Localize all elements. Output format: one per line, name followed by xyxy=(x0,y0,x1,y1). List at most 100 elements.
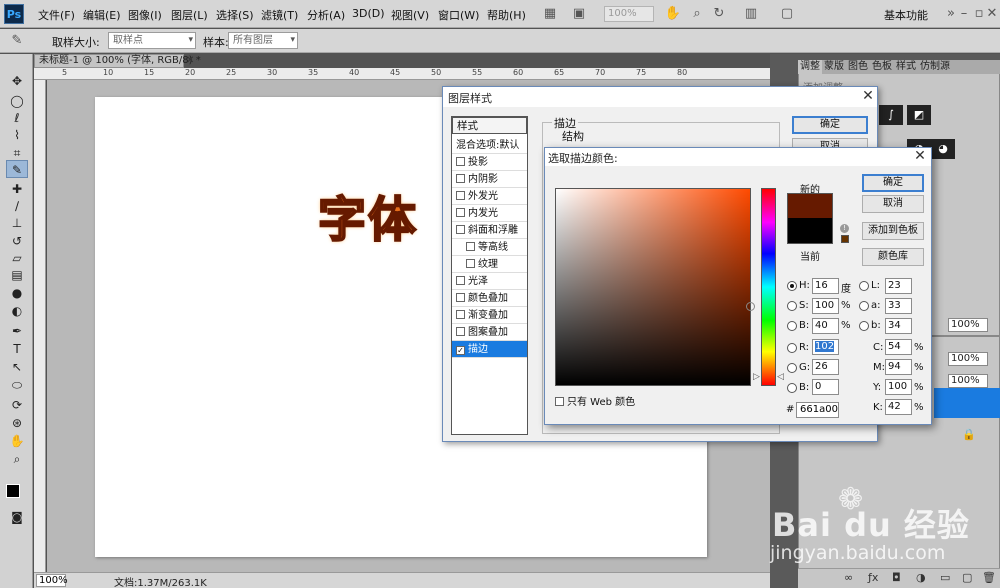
checkbox[interactable] xyxy=(456,327,465,336)
close-icon[interactable]: ✕ xyxy=(983,5,1000,23)
layer-style-item[interactable]: 图案叠加 xyxy=(452,324,527,341)
lab-a-radio[interactable] xyxy=(859,301,869,311)
clone-stamp-tool-icon[interactable]: ⊥ xyxy=(6,214,28,232)
tab-adjustments[interactable]: 调整 xyxy=(798,60,822,74)
red-radio[interactable] xyxy=(787,343,797,353)
menu-help[interactable]: 帮助(H) xyxy=(487,7,526,23)
menu-image[interactable]: 图像(I) xyxy=(128,7,162,23)
menu-view[interactable]: 视图(V) xyxy=(391,7,429,23)
zoom-level-select[interactable]: 100% xyxy=(604,6,654,22)
green-field[interactable]: 26 xyxy=(812,359,839,375)
quick-mask-icon[interactable]: ◙ xyxy=(6,508,28,526)
panel-percent-field[interactable]: 100% xyxy=(948,318,988,332)
hex-color-field[interactable]: 661a00 xyxy=(796,402,839,418)
layer-style-item[interactable]: 内发光 xyxy=(452,205,527,222)
new-layer-icon[interactable]: ▢ xyxy=(962,571,972,584)
exposure-icon[interactable]: ◩ xyxy=(907,105,931,125)
lab-a-field[interactable]: 33 xyxy=(885,298,912,314)
brush-tool-icon[interactable]: ∕ xyxy=(6,197,28,215)
checkbox[interactable] xyxy=(456,208,465,217)
tab-masks[interactable]: 蒙版 xyxy=(822,60,846,74)
checkbox[interactable] xyxy=(456,191,465,200)
current-color-swatch[interactable] xyxy=(787,218,833,244)
document-tab[interactable]: 未标题-1 @ 100% (字体, RGB/8) * xyxy=(34,54,201,68)
canvas-text-layer[interactable]: 字体 xyxy=(317,180,418,250)
fill-field[interactable]: 100% xyxy=(948,374,988,388)
add-mask-icon[interactable]: ◘ xyxy=(892,571,901,584)
path-select-tool-icon[interactable]: ↖ xyxy=(6,358,28,376)
menu-analysis[interactable]: 分析(A) xyxy=(307,7,345,23)
red-field[interactable]: 102 xyxy=(812,339,839,355)
blue-radio[interactable] xyxy=(787,383,797,393)
lab-b-radio[interactable] xyxy=(859,321,869,331)
checkbox[interactable] xyxy=(456,157,465,166)
black-field[interactable]: 42 xyxy=(885,399,912,415)
layer-style-item[interactable]: 斜面和浮雕 xyxy=(452,222,527,239)
eyedropper-icon[interactable]: ✎ xyxy=(8,32,26,50)
screen-mode-icon[interactable]: ▢ xyxy=(778,5,796,23)
brightness-radio[interactable] xyxy=(787,321,797,331)
tab-clone-source[interactable]: 仿制源 xyxy=(918,60,952,74)
layer-style-item[interactable]: 外发光 xyxy=(452,188,527,205)
add-to-swatches-button[interactable]: 添加到色板 xyxy=(862,222,924,240)
saturation-brightness-field[interactable] xyxy=(555,188,751,386)
3d-orbit-tool-icon[interactable]: ⊛ xyxy=(6,414,28,432)
menu-file[interactable]: 文件(F) xyxy=(38,7,75,23)
checkbox[interactable] xyxy=(456,293,465,302)
3d-rotate-tool-icon[interactable]: ⟳ xyxy=(6,396,28,414)
status-zoom-field[interactable]: 100% xyxy=(36,574,68,587)
checkbox[interactable] xyxy=(456,174,465,183)
healing-brush-tool-icon[interactable]: ✚ xyxy=(6,180,28,198)
menu-window[interactable]: 窗口(W) xyxy=(438,7,479,23)
workspace-switcher[interactable]: 基本功能 xyxy=(884,7,928,23)
styles-list-header[interactable]: 样式 xyxy=(452,117,527,134)
checkbox[interactable] xyxy=(555,397,564,406)
menu-edit[interactable]: 编辑(E) xyxy=(83,7,121,23)
history-brush-tool-icon[interactable]: ↺ xyxy=(6,232,28,250)
link-layers-icon[interactable]: ∞ xyxy=(844,571,853,584)
checkbox[interactable]: ✓ xyxy=(456,346,465,355)
tab-colors[interactable]: 图色 xyxy=(846,60,870,74)
web-colors-only-checkbox[interactable]: 只有 Web 颜色 xyxy=(555,393,635,408)
foreground-color-swatch[interactable] xyxy=(6,484,20,498)
layer-style-item[interactable]: 等高线 xyxy=(452,239,527,256)
zoom-tool-icon[interactable]: ⌕ xyxy=(6,450,28,468)
sample-select[interactable]: 所有图层 ▾ xyxy=(228,32,298,49)
green-radio[interactable] xyxy=(787,363,797,373)
eyedropper-tool-icon[interactable]: ✎ xyxy=(6,160,28,178)
marquee-tool-icon[interactable]: ◯ xyxy=(6,92,28,110)
tab-styles[interactable]: 样式 xyxy=(894,60,918,74)
checkbox[interactable] xyxy=(466,242,475,251)
layer-style-item[interactable]: 光泽 xyxy=(452,273,527,290)
blur-tool-icon[interactable]: ● xyxy=(6,284,28,302)
layer-style-titlebar[interactable] xyxy=(443,87,877,107)
lab-l-radio[interactable] xyxy=(859,281,869,291)
magenta-field[interactable]: 94 xyxy=(885,359,912,375)
tab-swatches[interactable]: 色板 xyxy=(870,60,894,74)
color-field-marker[interactable] xyxy=(746,302,755,311)
hue-slider-right-arrow[interactable]: ◁ xyxy=(777,372,784,382)
curves-icon[interactable]: ∫ xyxy=(879,105,903,125)
selected-layer-row[interactable] xyxy=(934,388,1000,418)
lab-l-field[interactable]: 23 xyxy=(885,278,912,294)
yellow-field[interactable]: 100 xyxy=(885,379,912,395)
sample-size-select[interactable]: 取样点 ▾ xyxy=(108,32,196,49)
menu-layer[interactable]: 图层(L) xyxy=(171,7,208,23)
lab-b-field[interactable]: 34 xyxy=(885,318,912,334)
checkbox[interactable] xyxy=(456,225,465,234)
out-of-gamut-warning-icon[interactable]: ! xyxy=(840,224,849,233)
pen-tool-icon[interactable]: ✒ xyxy=(6,322,28,340)
checkbox[interactable] xyxy=(456,276,465,285)
hue-slider[interactable] xyxy=(761,188,776,386)
saturation-radio[interactable] xyxy=(787,301,797,311)
hand-tool-icon[interactable]: ✋ xyxy=(6,432,28,450)
eraser-tool-icon[interactable]: ▱ xyxy=(6,249,28,267)
gradient-tool-icon[interactable]: ▤ xyxy=(6,266,28,284)
hue-radio[interactable] xyxy=(787,281,797,291)
brightness-field[interactable]: 40 xyxy=(812,318,839,334)
fx-icon[interactable]: ƒx xyxy=(868,571,878,584)
close-icon[interactable]: ✕ xyxy=(860,88,876,104)
color-picker-cancel-button[interactable]: 取消 xyxy=(862,195,924,213)
lasso-tool-icon[interactable]: ℓ xyxy=(6,109,28,127)
layer-style-item[interactable]: ✓ 描边 xyxy=(452,341,527,358)
